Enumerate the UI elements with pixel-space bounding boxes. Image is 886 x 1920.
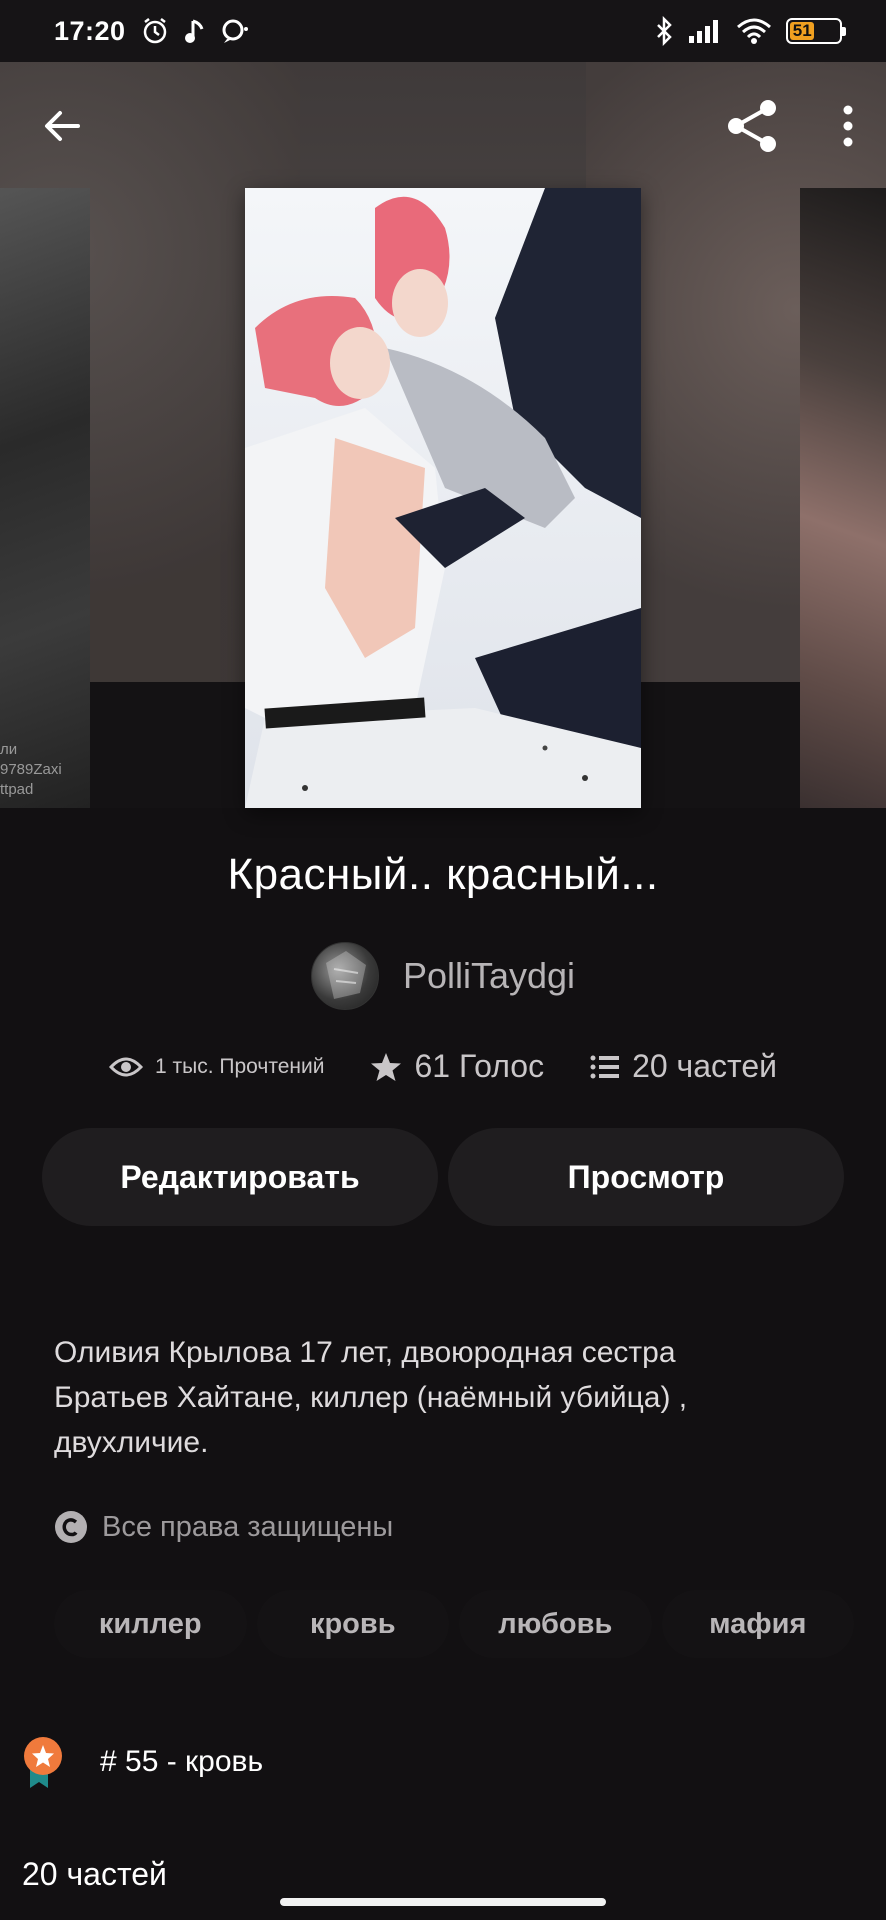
battery-icon: 51 bbox=[786, 18, 846, 44]
ranking-row[interactable]: # 55 - кровь bbox=[22, 1736, 263, 1788]
previous-cover[interactable]: ли 9789Zaxi ttpad bbox=[0, 188, 90, 808]
parts-stat: 20 частей bbox=[590, 1048, 777, 1085]
story-cover-image[interactable] bbox=[245, 188, 641, 808]
signal-icon bbox=[688, 18, 722, 44]
arrow-left-icon[interactable] bbox=[40, 104, 84, 148]
star-icon bbox=[370, 1052, 402, 1082]
list-icon bbox=[590, 1055, 620, 1079]
watermark-line: 9789Zaxi bbox=[0, 761, 62, 778]
copyright-row: Все права защищены bbox=[54, 1510, 393, 1544]
author-name[interactable]: PolliTaydgi bbox=[403, 955, 575, 997]
status-time: 17:20 bbox=[54, 15, 126, 46]
copyright-icon bbox=[54, 1510, 88, 1544]
top-bar-actions bbox=[724, 98, 856, 154]
watermark-line: ttpad bbox=[0, 781, 34, 798]
edit-button[interactable]: Редактировать bbox=[42, 1128, 438, 1226]
ranking-text: # 55 - кровь bbox=[100, 1745, 264, 1778]
status-right: 51 bbox=[654, 16, 846, 46]
share-icon[interactable] bbox=[724, 98, 780, 154]
votes-stat: 61 Голос bbox=[370, 1048, 544, 1085]
more-vertical-icon[interactable] bbox=[840, 104, 856, 148]
tag-chip[interactable]: кровь bbox=[256, 1590, 449, 1658]
story-stats: 1 тыс. Прочтений 61 Голос 20 частей bbox=[0, 1048, 886, 1085]
home-indicator[interactable] bbox=[280, 1898, 606, 1906]
wifi-icon bbox=[736, 17, 772, 45]
battery-level: 51 bbox=[790, 21, 815, 40]
tag-chip[interactable]: мафия bbox=[661, 1590, 854, 1658]
story-details-screen: 17:20 51 ли 9789Zaxi ttpad Красный.. кра… bbox=[0, 0, 886, 1920]
bluetooth-icon bbox=[654, 16, 674, 46]
author-row[interactable]: PolliTaydgi bbox=[0, 942, 886, 1010]
ranking-badge-icon bbox=[22, 1736, 64, 1788]
reads-count: 1 тыс. Прочтений bbox=[155, 1054, 325, 1078]
votes-count: 61 Голос bbox=[414, 1048, 545, 1084]
alarm-icon bbox=[140, 16, 170, 46]
story-description: Оливия Крылова 17 лет, двоюродная сестра… bbox=[54, 1336, 688, 1459]
parts-heading: 20 частей bbox=[22, 1856, 167, 1892]
avatar[interactable] bbox=[310, 942, 379, 1010]
parts-count: 20 частей bbox=[632, 1048, 777, 1084]
previous-cover-watermark: ли 9789Zaxi ttpad bbox=[0, 740, 90, 800]
status-left: 17:20 bbox=[54, 16, 250, 47]
action-buttons: Редактировать Просмотр bbox=[42, 1128, 844, 1226]
top-app-bar bbox=[0, 62, 886, 190]
eye-icon bbox=[109, 1055, 144, 1079]
watermark-line: ли bbox=[0, 741, 18, 758]
music-note-icon bbox=[184, 17, 206, 45]
preview-button[interactable]: Просмотр bbox=[448, 1128, 844, 1226]
tag-chip[interactable]: любовь bbox=[459, 1590, 652, 1658]
status-bar: 17:20 51 bbox=[0, 0, 886, 62]
tag-chip[interactable]: киллер bbox=[54, 1590, 247, 1658]
tags-row: киллер кровь любовь мафия bbox=[54, 1590, 854, 1658]
copyright-text: Все права защищены bbox=[102, 1510, 394, 1543]
story-title: Красный.. красный... bbox=[227, 850, 659, 899]
chat-bubble-icon bbox=[220, 17, 250, 45]
next-cover[interactable] bbox=[800, 188, 886, 808]
reads-stat: 1 тыс. Прочтений bbox=[109, 1055, 324, 1079]
